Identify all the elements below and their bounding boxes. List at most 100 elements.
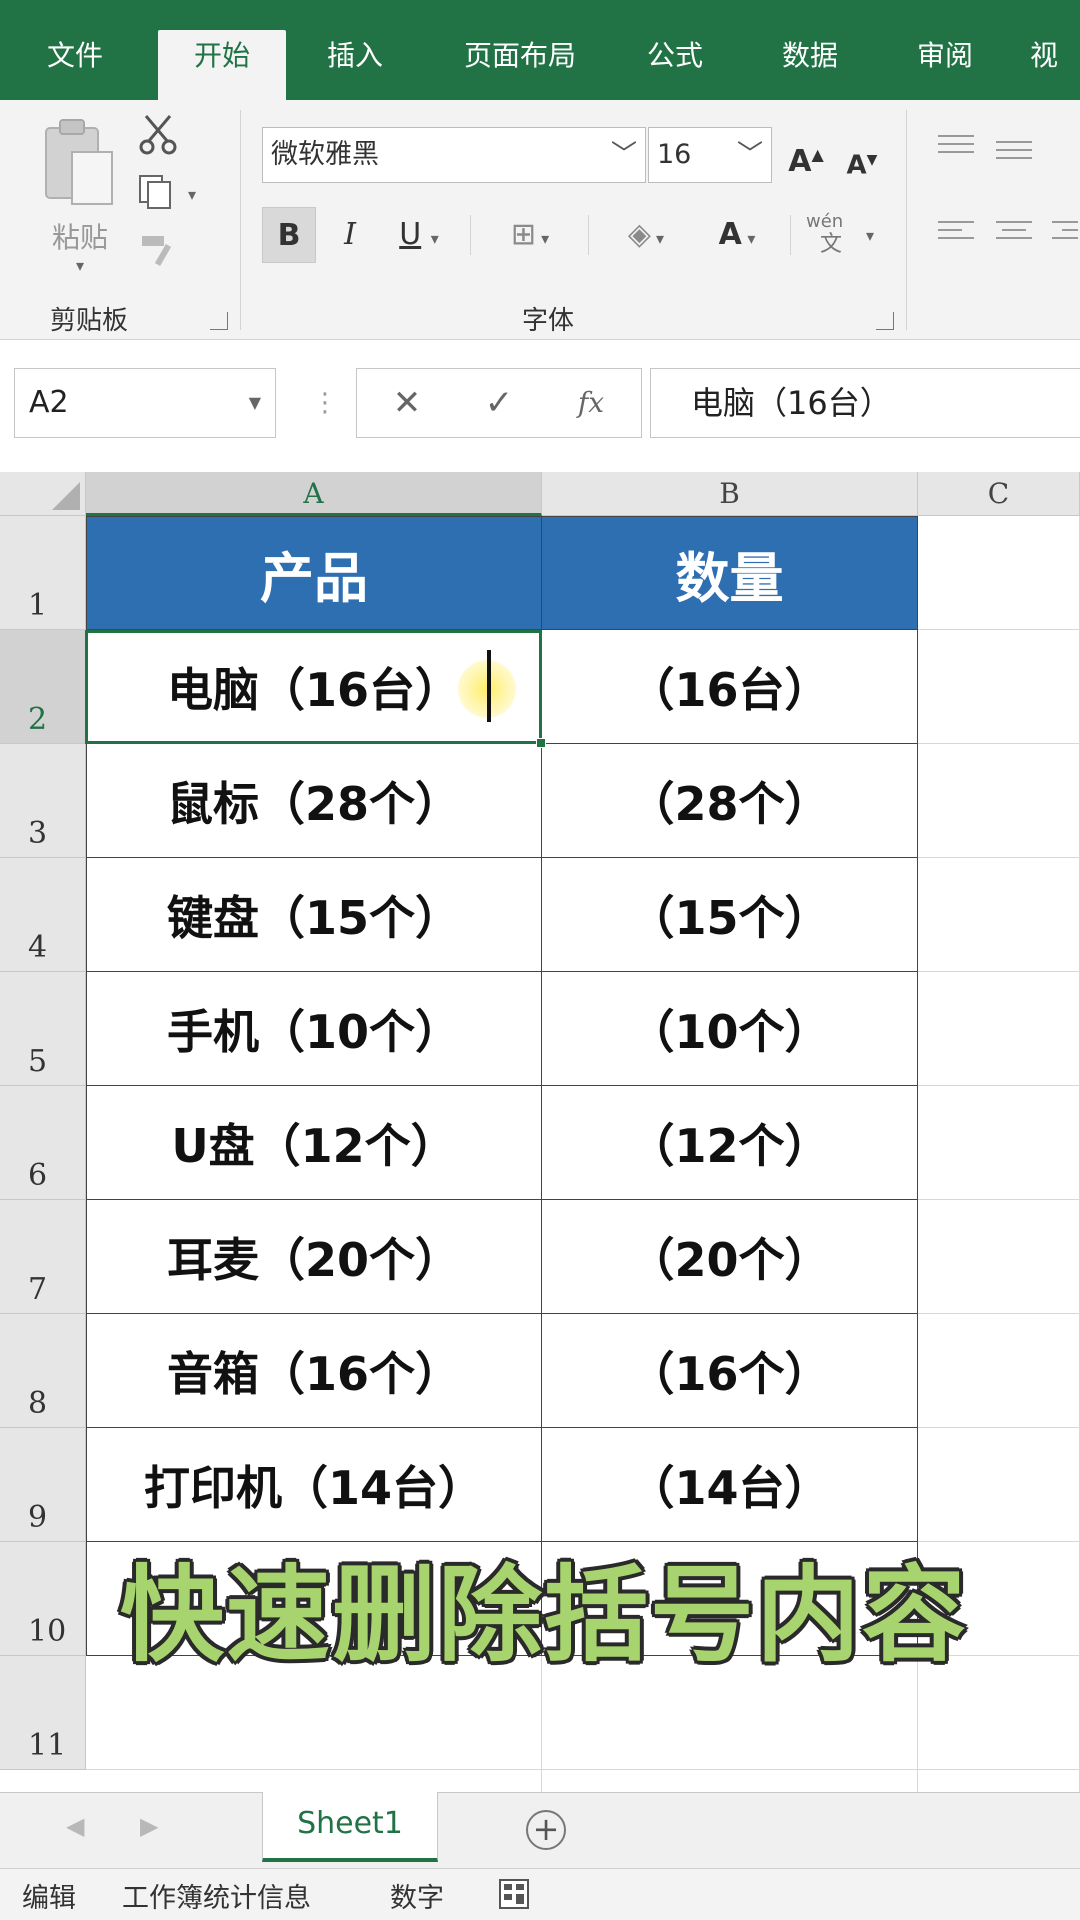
row-header-2[interactable]: 2 xyxy=(0,630,86,744)
align-top-icon[interactable] xyxy=(936,132,976,162)
tab-formulas[interactable]: 公式 xyxy=(620,30,730,100)
table-cell-product[interactable]: 鼠标（28个） xyxy=(86,744,542,858)
table-cell-product[interactable]: 打印机（14台） xyxy=(86,1428,542,1542)
align-right-icon[interactable] xyxy=(1050,218,1080,248)
name-box[interactable]: A2 ▼ xyxy=(14,368,276,438)
table-cell-quantity[interactable]: （16台） xyxy=(542,630,918,744)
table-cell-product[interactable]: 音箱（16个） xyxy=(86,1314,542,1428)
fill-handle[interactable] xyxy=(536,738,546,748)
cancel-entry-button[interactable]: ✕ xyxy=(377,369,437,437)
tab-home[interactable]: 开始 xyxy=(158,30,286,100)
font-dialog-launcher[interactable] xyxy=(876,312,894,330)
paste-label: 粘贴 xyxy=(51,221,108,254)
column-header-a[interactable]: A xyxy=(86,472,542,516)
font-name-combo[interactable]: 微软雅黑 ﹀ xyxy=(262,127,646,183)
column-header-b[interactable]: B xyxy=(542,472,918,516)
row-header-4[interactable]: 4 xyxy=(0,858,86,972)
ribbon-tab-bar: 文件 开始 插入 页面布局 公式 数据 审阅 视 xyxy=(0,0,1080,100)
grow-font-button[interactable]: A▲ xyxy=(786,127,826,183)
macro-record-icon[interactable] xyxy=(498,1878,530,1910)
row-number: 1 xyxy=(28,588,48,623)
gridline xyxy=(918,1313,1080,1314)
tab-view[interactable]: 视 xyxy=(1030,30,1080,100)
chevron-down-icon: ▾ xyxy=(650,229,665,248)
borders-button[interactable]: ⊞ ▾ xyxy=(490,207,570,263)
underline-button[interactable]: U ▾ xyxy=(384,207,454,263)
italic-button[interactable]: I xyxy=(330,207,370,263)
row-number: 2 xyxy=(28,702,48,737)
fill-color-button[interactable]: ◈ ▾ xyxy=(604,207,688,263)
paste-dropdown-icon: ▾ xyxy=(75,256,85,275)
table-header-quantity[interactable]: 数量 xyxy=(542,516,918,630)
table-cell-product[interactable]: 键盘（15个） xyxy=(86,858,542,972)
shrink-font-button[interactable]: A▼ xyxy=(842,132,882,188)
table-cell-product[interactable]: U盘（12个） xyxy=(86,1086,542,1200)
phonetic-guide-button[interactable]: wén 文 ▾ xyxy=(806,212,886,264)
row-number: 8 xyxy=(28,1386,48,1421)
gridline xyxy=(918,743,1080,744)
column-header-c[interactable]: C xyxy=(918,472,1080,516)
row-header-5[interactable]: 5 xyxy=(0,972,86,1086)
table-cell-product[interactable]: 耳麦（20个） xyxy=(86,1200,542,1314)
ribbon-separator xyxy=(790,215,791,255)
row-number: 7 xyxy=(28,1272,48,1307)
tab-page-layout[interactable]: 页面布局 xyxy=(440,30,600,100)
table-cell-quantity[interactable]: （20个） xyxy=(542,1200,918,1314)
prev-sheet-icon[interactable]: ◀ xyxy=(66,1812,84,1840)
table-cell-quantity[interactable]: （14台） xyxy=(542,1428,918,1542)
chevron-down-icon: ﹀ xyxy=(736,140,763,170)
row-header-11[interactable]: 11 xyxy=(0,1656,86,1770)
font-size-combo[interactable]: 16 ﹀ xyxy=(648,127,772,183)
table-cell-product[interactable]: 手机（10个） xyxy=(86,972,542,1086)
table-cell-quantity[interactable]: （12个） xyxy=(542,1086,918,1200)
next-sheet-icon[interactable]: ▶ xyxy=(140,1812,158,1840)
row-header-9[interactable]: 9 xyxy=(0,1428,86,1542)
paste-button[interactable]: 粘贴 ▾ xyxy=(38,118,122,278)
copy-icon[interactable]: ▾ xyxy=(136,172,206,212)
sheet-tab-sheet1[interactable]: Sheet1 xyxy=(262,1792,438,1862)
font-color-button[interactable]: A ▾ xyxy=(700,207,774,263)
row-number: 6 xyxy=(28,1158,48,1193)
row-header-6[interactable]: 6 xyxy=(0,1086,86,1200)
align-middle-icon[interactable] xyxy=(994,136,1034,166)
clipboard-group-label: 剪贴板 xyxy=(50,306,129,336)
bold-button[interactable]: B xyxy=(262,207,316,263)
clipboard-dialog-launcher[interactable] xyxy=(210,312,228,330)
status-workbook-stats[interactable]: 工作簿统计信息 xyxy=(122,1876,311,1915)
row-header-1[interactable]: 1 xyxy=(0,516,86,630)
table-cell-quantity[interactable]: （15个） xyxy=(542,858,918,972)
insert-function-button[interactable]: fx xyxy=(561,369,621,437)
table-header-product[interactable]: 产品 xyxy=(86,516,542,630)
table-cell-quantity[interactable]: （10个） xyxy=(542,972,918,1086)
tab-data[interactable]: 数据 xyxy=(755,30,865,100)
name-box-value: A2 xyxy=(29,385,69,420)
row-header-7[interactable]: 7 xyxy=(0,1200,86,1314)
tab-file[interactable]: 文件 xyxy=(20,30,130,100)
row-number: 9 xyxy=(28,1500,48,1535)
table-cell-quantity[interactable]: （28个） xyxy=(542,744,918,858)
formula-bar-grip-icon: ⋮ xyxy=(312,388,338,418)
tab-insert[interactable]: 插入 xyxy=(300,30,410,100)
row-header-10[interactable]: 10 xyxy=(0,1542,86,1656)
align-left-icon[interactable] xyxy=(936,218,976,248)
gridline xyxy=(918,1199,1080,1200)
confirm-entry-button[interactable]: ✓ xyxy=(469,369,529,437)
cut-icon[interactable] xyxy=(136,112,180,156)
gridline xyxy=(918,1427,1080,1428)
svg-text:▾: ▾ xyxy=(188,185,196,204)
row-header-8[interactable]: 8 xyxy=(0,1314,86,1428)
row-number: 11 xyxy=(28,1728,67,1763)
chevron-down-icon: ▾ xyxy=(430,229,439,248)
table-cell-quantity[interactable]: （16个） xyxy=(542,1314,918,1428)
align-center-icon[interactable] xyxy=(994,218,1034,248)
font-color-icon: A xyxy=(718,217,742,252)
ribbon-separator xyxy=(588,215,589,255)
paste-icon xyxy=(45,119,113,205)
add-sheet-icon[interactable]: + xyxy=(526,1810,566,1850)
tab-review[interactable]: 审阅 xyxy=(890,30,1000,100)
formula-input[interactable]: 电脑（16台） xyxy=(650,368,1080,438)
gridline xyxy=(918,971,1080,972)
row-header-3[interactable]: 3 xyxy=(0,744,86,858)
format-painter-icon[interactable] xyxy=(138,230,178,270)
font-name-value: 微软雅黑 xyxy=(271,139,379,170)
